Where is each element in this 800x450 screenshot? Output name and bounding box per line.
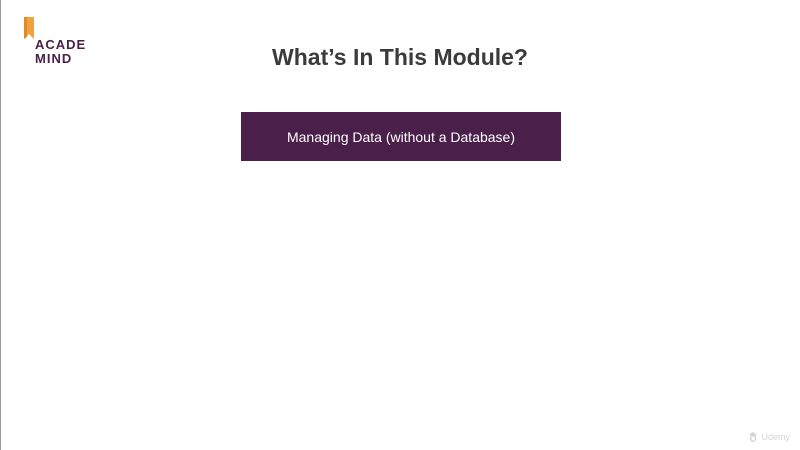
udemy-icon <box>749 432 758 442</box>
topic-label: Managing Data (without a Database) <box>286 128 516 145</box>
logo-text-line1: ACADE <box>35 37 87 52</box>
slide-title: What’s In This Module? <box>272 44 528 70</box>
udemy-watermark: Udemy <box>748 432 790 442</box>
logo-text-line2: MIND <box>35 51 73 66</box>
left-border <box>0 0 1 450</box>
academind-logo: ACADE MIND <box>22 17 112 67</box>
watermark-label: Udemy <box>761 432 790 442</box>
topic-box: Managing Data (without a Database) <box>241 112 561 161</box>
